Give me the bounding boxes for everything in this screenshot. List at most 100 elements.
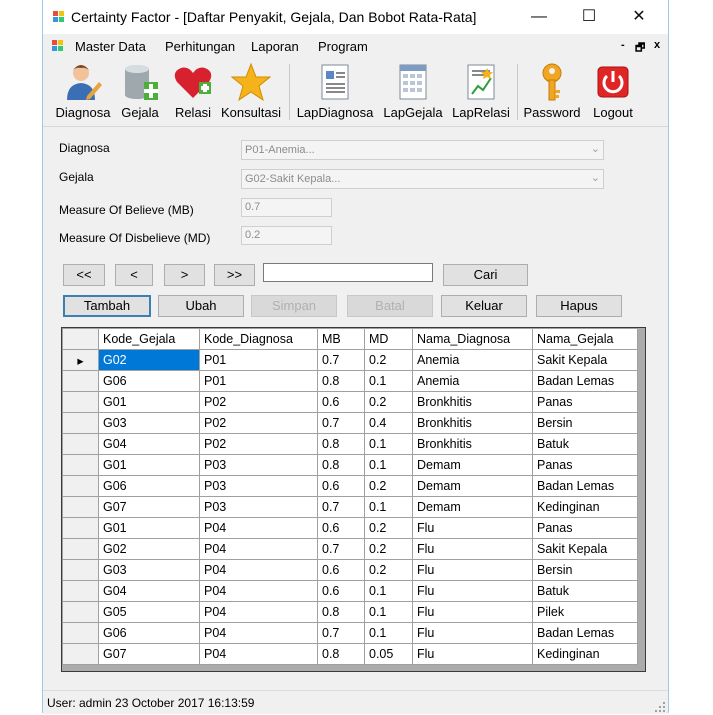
- toolbar-lapgejala-button[interactable]: LapGejala: [381, 60, 445, 124]
- table-row[interactable]: G06 P03 0.6 0.2 Demam Badan Lemas: [62, 475, 638, 497]
- table-cell[interactable]: 0.8: [317, 433, 365, 455]
- table-cell[interactable]: P03: [199, 475, 318, 497]
- menu-laporan[interactable]: Laporan: [251, 39, 299, 54]
- table-cell[interactable]: 0.2: [364, 391, 413, 413]
- table-cell[interactable]: G07: [98, 643, 200, 665]
- table-cell[interactable]: P02: [199, 433, 318, 455]
- search-input[interactable]: [263, 263, 433, 282]
- row-header-cell[interactable]: [62, 412, 99, 434]
- table-cell[interactable]: 0.8: [317, 370, 365, 392]
- table-cell[interactable]: G06: [98, 622, 200, 644]
- table-cell[interactable]: G03: [98, 412, 200, 434]
- table-cell[interactable]: G02: [98, 349, 200, 371]
- table-cell[interactable]: Anemia: [412, 370, 533, 392]
- row-header-cell[interactable]: [62, 475, 99, 497]
- table-cell[interactable]: G01: [98, 454, 200, 476]
- toolbar-diagnosa-button[interactable]: Diagnosa: [53, 60, 113, 124]
- table-cell[interactable]: 0.8: [317, 643, 365, 665]
- table-cell[interactable]: 0.7: [317, 349, 365, 371]
- last-record-button[interactable]: >>: [214, 264, 255, 286]
- ubah-button[interactable]: Ubah: [158, 295, 244, 317]
- table-cell[interactable]: Sakit Kepala: [532, 538, 638, 560]
- column-header[interactable]: Nama_Gejala: [532, 328, 638, 350]
- table-row[interactable]: G07 P04 0.8 0.05 Flu Kedinginan: [62, 643, 638, 665]
- menu-program[interactable]: Program: [318, 39, 368, 54]
- table-cell[interactable]: 0.4: [364, 412, 413, 434]
- column-header[interactable]: MD: [364, 328, 413, 350]
- table-cell[interactable]: G07: [98, 496, 200, 518]
- table-cell[interactable]: Flu: [412, 517, 533, 539]
- simpan-button[interactable]: Simpan: [251, 295, 337, 317]
- table-cell[interactable]: P03: [199, 496, 318, 518]
- hapus-button[interactable]: Hapus: [536, 295, 622, 317]
- table-cell[interactable]: Demam: [412, 454, 533, 476]
- row-header-cell[interactable]: [62, 559, 99, 581]
- table-row[interactable]: G03 P04 0.6 0.2 Flu Bersin: [62, 559, 638, 581]
- row-header-cell[interactable]: [62, 622, 99, 644]
- row-header-cell[interactable]: [62, 601, 99, 623]
- table-row[interactable]: G05 P04 0.8 0.1 Flu Pilek: [62, 601, 638, 623]
- table-cell[interactable]: 0.1: [364, 622, 413, 644]
- table-row[interactable]: G04 P04 0.6 0.1 Flu Batuk: [62, 580, 638, 602]
- resize-grip-icon[interactable]: [655, 701, 665, 712]
- table-cell[interactable]: Demam: [412, 475, 533, 497]
- table-cell[interactable]: Batuk: [532, 433, 638, 455]
- table-cell[interactable]: Bersin: [532, 412, 638, 434]
- row-header-cell[interactable]: [62, 538, 99, 560]
- table-cell[interactable]: G06: [98, 370, 200, 392]
- table-cell[interactable]: 0.6: [317, 517, 365, 539]
- chevron-down-icon[interactable]: ⌄: [591, 142, 600, 155]
- table-cell[interactable]: 0.2: [364, 475, 413, 497]
- column-header[interactable]: Kode_Gejala: [98, 328, 200, 350]
- table-cell[interactable]: 0.6: [317, 475, 365, 497]
- table-cell[interactable]: Bersin: [532, 559, 638, 581]
- table-cell[interactable]: P04: [199, 517, 318, 539]
- row-header-cell[interactable]: [62, 496, 99, 518]
- title-bar[interactable]: Certainty Factor - [Daftar Penyakit, Gej…: [43, 0, 668, 34]
- table-row[interactable]: G07 P03 0.7 0.1 Demam Kedinginan: [62, 496, 638, 518]
- batal-button[interactable]: Batal: [347, 295, 433, 317]
- column-header[interactable]: Nama_Diagnosa: [412, 328, 533, 350]
- table-cell[interactable]: 0.1: [364, 601, 413, 623]
- table-cell[interactable]: G04: [98, 433, 200, 455]
- table-cell[interactable]: G01: [98, 391, 200, 413]
- row-header-cell[interactable]: [62, 391, 99, 413]
- table-cell[interactable]: 0.2: [364, 538, 413, 560]
- table-cell[interactable]: P04: [199, 643, 318, 665]
- table-cell[interactable]: G01: [98, 517, 200, 539]
- table-cell[interactable]: Badan Lemas: [532, 622, 638, 644]
- table-cell[interactable]: 0.1: [364, 580, 413, 602]
- table-cell[interactable]: Flu: [412, 622, 533, 644]
- table-cell[interactable]: 0.6: [317, 391, 365, 413]
- column-header[interactable]: Kode_Diagnosa: [199, 328, 318, 350]
- table-cell[interactable]: 0.1: [364, 454, 413, 476]
- table-row[interactable]: G02 P04 0.7 0.2 Flu Sakit Kepala: [62, 538, 638, 560]
- table-cell[interactable]: Flu: [412, 601, 533, 623]
- table-cell[interactable]: P03: [199, 454, 318, 476]
- minimize-button[interactable]: —: [516, 4, 562, 30]
- table-cell[interactable]: Kedinginan: [532, 643, 638, 665]
- table-cell[interactable]: 0.7: [317, 622, 365, 644]
- row-header-cell[interactable]: [62, 433, 99, 455]
- table-row[interactable]: G06 P01 0.8 0.1 Anemia Badan Lemas: [62, 370, 638, 392]
- md-field[interactable]: 0.2: [241, 226, 332, 245]
- table-cell[interactable]: G06: [98, 475, 200, 497]
- table-row[interactable]: G04 P02 0.8 0.1 Bronkhitis Batuk: [62, 433, 638, 455]
- table-cell[interactable]: G02: [98, 538, 200, 560]
- data-grid[interactable]: Kode_Gejala Kode_Diagnosa MB MD Nama_Dia…: [61, 327, 646, 672]
- table-row[interactable]: G01 P02 0.6 0.2 Bronkhitis Panas: [62, 391, 638, 413]
- table-cell[interactable]: P04: [199, 538, 318, 560]
- row-header-cell[interactable]: [62, 517, 99, 539]
- table-cell[interactable]: 0.1: [364, 370, 413, 392]
- table-row[interactable]: G06 P04 0.7 0.1 Flu Badan Lemas: [62, 622, 638, 644]
- row-header-cell[interactable]: ▸: [62, 349, 99, 371]
- table-cell[interactable]: P04: [199, 559, 318, 581]
- toolbar-logout-button[interactable]: Logout: [585, 60, 641, 124]
- mdi-child-icon[interactable]: [52, 40, 64, 52]
- table-cell[interactable]: Panas: [532, 391, 638, 413]
- table-cell[interactable]: P02: [199, 412, 318, 434]
- table-cell[interactable]: Demam: [412, 496, 533, 518]
- mdi-restore-button[interactable]: 🗗: [635, 39, 645, 58]
- chevron-down-icon[interactable]: ⌄: [591, 171, 600, 184]
- table-cell[interactable]: Kedinginan: [532, 496, 638, 518]
